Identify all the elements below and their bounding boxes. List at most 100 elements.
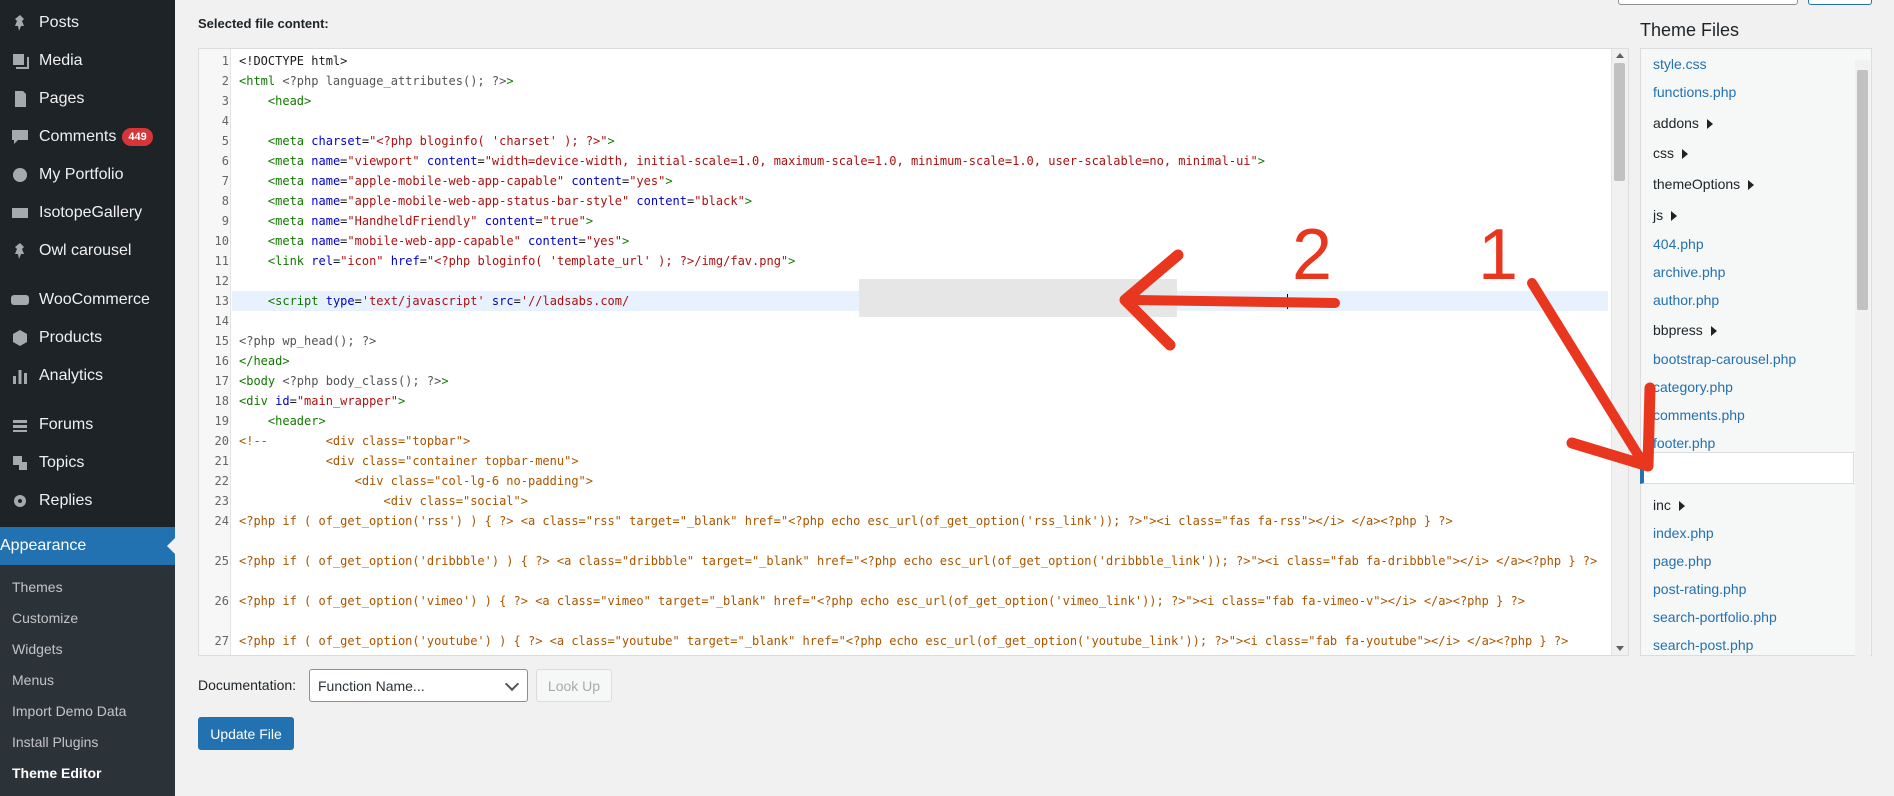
- sidebar-item-label: Topics: [39, 454, 85, 471]
- scroll-up-icon[interactable]: [1616, 53, 1624, 58]
- code-line[interactable]: <?php if ( of_get_option('youtube') ) { …: [239, 631, 1604, 651]
- code-line[interactable]: <header>: [239, 411, 1604, 431]
- sidebar-item-owl-carousel[interactable]: Owl carousel: [0, 234, 175, 268]
- code-line[interactable]: <link rel="icon" href="<?php bloginfo( '…: [239, 251, 1604, 271]
- line-number: 17: [214, 374, 229, 388]
- file-item[interactable]: author.php: [1653, 292, 1719, 308]
- editor-scroll-thumb[interactable]: [1614, 63, 1625, 181]
- look-up-button[interactable]: Look Up: [536, 669, 612, 702]
- file-item[interactable]: archive.php: [1653, 264, 1725, 280]
- line-number: 1: [221, 54, 229, 68]
- code-line[interactable]: <?php wp_head(); ?>: [239, 331, 1604, 351]
- code-line[interactable]: <meta name="HandheldFriendly" content="t…: [239, 211, 1604, 231]
- pin-icon: [9, 12, 31, 34]
- submenu-item-widgets[interactable]: Widgets: [12, 641, 63, 657]
- code-line[interactable]: <meta name="viewport" content="width=dev…: [239, 151, 1604, 171]
- submenu-item-customize[interactable]: Customize: [12, 610, 78, 626]
- line-number: 18: [214, 394, 229, 408]
- folder-item[interactable]: css: [1653, 145, 1688, 161]
- sidebar-item-pages[interactable]: Pages: [0, 82, 175, 116]
- sidebar-item-forums[interactable]: Forums: [0, 408, 175, 442]
- code-line[interactable]: <meta name="mobile-web-app-capable" cont…: [239, 231, 1604, 251]
- sidebar-item-posts[interactable]: Posts: [0, 6, 175, 40]
- code-line[interactable]: <?php if ( of_get_option('vimeo') ) { ?>…: [239, 591, 1604, 611]
- code-line[interactable]: </head>: [239, 351, 1604, 371]
- code-line[interactable]: <html <?php language_attributes(); ?>>: [239, 71, 1604, 91]
- pages-icon: [9, 88, 31, 110]
- folder-item[interactable]: themeOptions: [1653, 176, 1754, 192]
- code-line[interactable]: <!DOCTYPE html>: [239, 51, 1604, 71]
- code-line[interactable]: <div class="social">: [239, 491, 1604, 511]
- sidebar-item-analytics[interactable]: Analytics: [0, 359, 175, 393]
- analytics-icon: [9, 365, 31, 387]
- file-item[interactable]: category.php: [1653, 379, 1733, 395]
- file-item[interactable]: search-post.php: [1653, 637, 1753, 653]
- file-item[interactable]: style.css: [1653, 56, 1707, 72]
- theme-files-title: Theme Files: [1640, 20, 1740, 40]
- sidebar-item-label: Owl carousel: [39, 242, 132, 259]
- theme-files-list: style.css functions.php addons css themeOpti…: [1640, 48, 1872, 656]
- sidebar-item-appearance[interactable]: Appearance: [0, 527, 175, 568]
- submenu-item-install-plugins[interactable]: Install Plugins: [12, 734, 98, 750]
- code-line[interactable]: <body <?php body_class(); ?>>: [239, 371, 1604, 391]
- code-line[interactable]: <div class="container topbar-menu">: [239, 451, 1604, 471]
- sidebar-item-media[interactable]: Media: [0, 44, 175, 78]
- file-item[interactable]: page.php: [1653, 553, 1711, 569]
- selected-file-heading: Selected file content:: [198, 16, 329, 31]
- code-line[interactable]: <?php if ( of_get_option('rss') ) { ?> <…: [239, 511, 1604, 531]
- file-item[interactable]: index.php: [1653, 525, 1714, 541]
- active-file-highlight: [1640, 452, 1854, 484]
- function-name-select[interactable]: Function Name...: [309, 669, 528, 702]
- woo-icon: [9, 289, 31, 311]
- sidebar-item-products[interactable]: Products: [0, 321, 175, 355]
- theme-select-dropdown[interactable]: [1618, 0, 1798, 5]
- sidebar-item-woocommerce[interactable]: WooCommerce: [0, 283, 175, 317]
- file-item[interactable]: search-portfolio.php: [1653, 609, 1777, 625]
- editor-scrollbar[interactable]: [1611, 49, 1628, 655]
- file-item[interactable]: bootstrap-carousel.php: [1653, 351, 1796, 367]
- file-item[interactable]: 404.php: [1653, 236, 1704, 252]
- sidebar-item-label: Posts: [39, 14, 80, 31]
- submenu-item-theme-editor[interactable]: Theme Editor: [12, 765, 101, 781]
- file-item[interactable]: functions.php: [1653, 84, 1736, 100]
- code-line[interactable]: <meta name="apple-mobile-web-app-status-…: [239, 191, 1604, 211]
- folder-item[interactable]: inc: [1653, 497, 1685, 513]
- sidebar-item-label: Comments: [39, 128, 117, 145]
- portfolio-icon: [9, 164, 31, 186]
- code-line[interactable]: <div id="main_wrapper">: [239, 391, 1604, 411]
- files-scrollbar[interactable]: [1855, 60, 1870, 656]
- files-scroll-thumb[interactable]: [1857, 70, 1868, 310]
- submenu-item-themes[interactable]: Themes: [12, 579, 63, 595]
- folder-item[interactable]: addons: [1653, 115, 1713, 131]
- sidebar-item-topics[interactable]: Topics: [0, 446, 175, 480]
- line-number: 20: [214, 434, 229, 448]
- scroll-down-icon[interactable]: [1616, 646, 1624, 651]
- folder-item[interactable]: js: [1653, 207, 1677, 223]
- annotation-number-1: 1: [1478, 215, 1519, 295]
- code-line[interactable]: <meta name="apple-mobile-web-app-capable…: [239, 171, 1604, 191]
- code-line[interactable]: <meta charset="<?php bloginfo( 'charset'…: [239, 131, 1604, 151]
- sidebar-item-label: Products: [39, 329, 103, 346]
- wp-theme-editor: Posts Media Pages Comments 449 My Portfolio Is…: [0, 0, 1894, 796]
- code-editor[interactable]: 1 2 3 4 5 6 7 8 9 10 11 12 13 14 15 16 17 18 19 20 21 22 23 24 2…: [198, 48, 1629, 656]
- line-number: 7: [221, 174, 229, 188]
- sidebar-item-replies[interactable]: Replies: [0, 484, 175, 518]
- submenu-item-menus[interactable]: Menus: [12, 672, 54, 688]
- code-line[interactable]: <!-- <div class="topbar">: [239, 431, 1604, 451]
- sidebar-item-my-portfolio[interactable]: My Portfolio: [0, 158, 175, 192]
- text-cursor: [1287, 294, 1288, 309]
- sidebar-item-label: Forums: [39, 416, 94, 433]
- file-item[interactable]: footer.php: [1653, 435, 1715, 451]
- select-button[interactable]: [1808, 0, 1872, 5]
- code-line[interactable]: <div class="col-lg-6 no-padding">: [239, 471, 1604, 491]
- code-line[interactable]: <head>: [239, 91, 1604, 111]
- sidebar-item-isotopegallery[interactable]: IsotopeGallery: [0, 196, 175, 230]
- sidebar-item-comments[interactable]: Comments 449: [0, 120, 175, 154]
- file-item[interactable]: post-rating.php: [1653, 581, 1746, 597]
- update-file-button[interactable]: Update File: [198, 717, 294, 750]
- submenu-item-import-demo-data[interactable]: Import Demo Data: [12, 703, 126, 719]
- code-line[interactable]: <?php if ( of_get_option('dribbble') ) {…: [239, 551, 1604, 571]
- media-icon: [9, 50, 31, 72]
- folder-item[interactable]: bbpress: [1653, 322, 1717, 338]
- file-item[interactable]: comments.php: [1653, 407, 1745, 423]
